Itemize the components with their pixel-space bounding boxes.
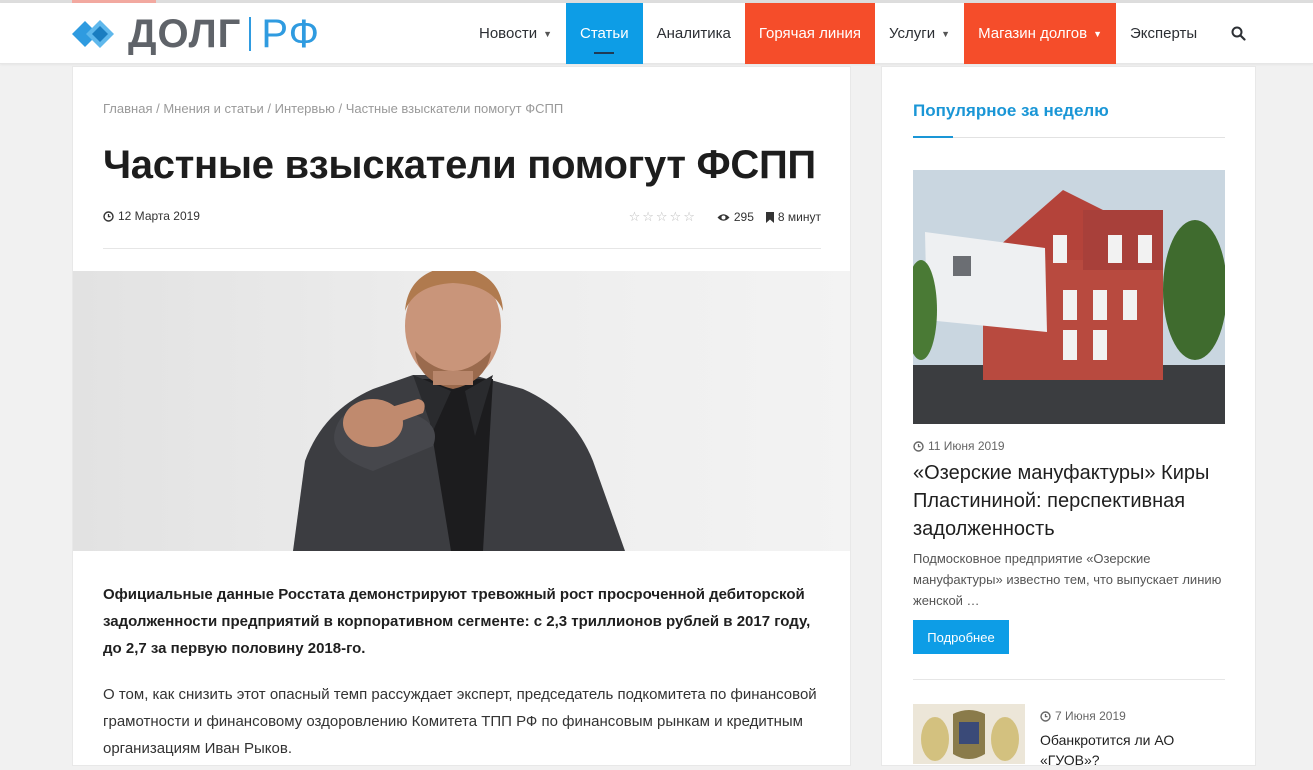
popular-post-image[interactable]	[913, 170, 1225, 424]
widget-title-line	[913, 136, 1225, 138]
logo-text: ДОЛГ	[128, 12, 242, 56]
nav-label: Горячая линия	[758, 25, 861, 42]
clock-icon	[913, 440, 924, 452]
main-nav: Новости ▼ Статьи Аналитика Горячая линия…	[465, 3, 1266, 64]
nav-item-news[interactable]: Новости ▼	[465, 3, 566, 64]
clock-icon	[103, 210, 114, 222]
chevron-down-icon: ▼	[543, 28, 552, 39]
nav-label: Статьи	[580, 25, 629, 42]
popular-post-date: 11 Июня 2019	[913, 439, 1005, 453]
search-icon	[1231, 26, 1246, 41]
site-logo[interactable]: ДОЛГ РФ	[72, 13, 320, 55]
nav-item-hotline[interactable]: Горячая линия	[744, 3, 875, 64]
rating-stars[interactable]: ☆☆☆☆☆	[629, 209, 697, 225]
logo-text-rf: РФ	[261, 12, 320, 56]
article-date: 12 Марта 2019	[118, 209, 200, 223]
nav-item-articles[interactable]: Статьи	[566, 3, 643, 64]
breadcrumb-interview[interactable]: Интервью	[275, 101, 335, 116]
nav-label: Эксперты	[1129, 25, 1198, 42]
second-post-date-text: 7 Июня 2019	[1055, 709, 1126, 723]
nav-label: Услуги	[889, 25, 936, 42]
logo-diamond-icon	[72, 14, 118, 54]
breadcrumb-current: Частные взыскатели помогут ФСПП	[345, 101, 564, 116]
breadcrumb-sep: /	[152, 101, 164, 116]
breadcrumb-opinions[interactable]: Мнения и статьи	[163, 101, 263, 116]
article-meta: 12 Марта 2019 ☆☆☆☆☆ 295 8 минут	[103, 209, 821, 229]
popular-post-date-text: 11 Июня 2019	[928, 439, 1005, 453]
eye-icon	[717, 213, 730, 221]
breadcrumb: Главная / Мнения и статьи / Интервью / Ч…	[103, 101, 563, 116]
bookmark-icon	[765, 211, 774, 223]
clock-icon	[1040, 710, 1051, 722]
nav-item-services[interactable]: Услуги ▼	[875, 3, 964, 64]
meta-divider	[103, 248, 821, 249]
widget-title: Популярное за неделю	[913, 101, 1109, 120]
search-button[interactable]	[1211, 3, 1266, 64]
second-post-title[interactable]: Обанкротится ли АО «ГУОВ»?	[1040, 730, 1230, 770]
nav-item-experts[interactable]: Эксперты	[1116, 3, 1211, 64]
sidebar-divider	[913, 679, 1225, 680]
nav-label: Новости	[479, 25, 538, 42]
popular-post-excerpt: Подмосковное предприятие «Озерские мануф…	[913, 551, 1222, 608]
breadcrumb-sep: /	[263, 101, 275, 116]
popular-post-title[interactable]: «Озерские мануфактуры» Киры Пластининой:…	[913, 459, 1233, 543]
view-count: 295	[733, 210, 754, 224]
nav-label: Аналитика	[656, 25, 731, 42]
article-hero-image	[73, 271, 850, 551]
chevron-down-icon: ▼	[1093, 28, 1102, 39]
sidebar: Популярное за неделю 11 Июня 2019 «Озерс…	[881, 66, 1256, 768]
breadcrumb-home[interactable]: Главная	[103, 101, 152, 116]
article-card: Главная / Мнения и статьи / Интервью / Ч…	[72, 66, 851, 766]
nav-label: Магазин долгов	[978, 25, 1088, 42]
nav-item-analytics[interactable]: Аналитика	[643, 3, 745, 64]
second-post-date: 7 Июня 2019	[1040, 709, 1126, 723]
chevron-down-icon: ▼	[941, 28, 951, 39]
nav-item-debt-shop[interactable]: Магазин долгов ▼	[964, 3, 1116, 64]
widget-title-accent	[913, 136, 953, 138]
article-lead: Официальные данные Росстата демонстрирую…	[103, 586, 811, 657]
page-title: Частные взыскатели помогут ФСПП	[103, 143, 816, 187]
active-indicator	[594, 52, 615, 54]
read-more-button[interactable]: Подробнее	[913, 620, 1009, 654]
site-header: ДОЛГ РФ Новости ▼ Статьи Аналитика Горяч…	[0, 3, 1313, 64]
second-post-image[interactable]	[913, 704, 1025, 764]
read-time: 8 минут	[777, 210, 821, 224]
logo-separator	[249, 17, 252, 51]
article-paragraph: О том, как снизить этот опасный темп рас…	[103, 686, 817, 757]
breadcrumb-sep: /	[334, 101, 346, 116]
